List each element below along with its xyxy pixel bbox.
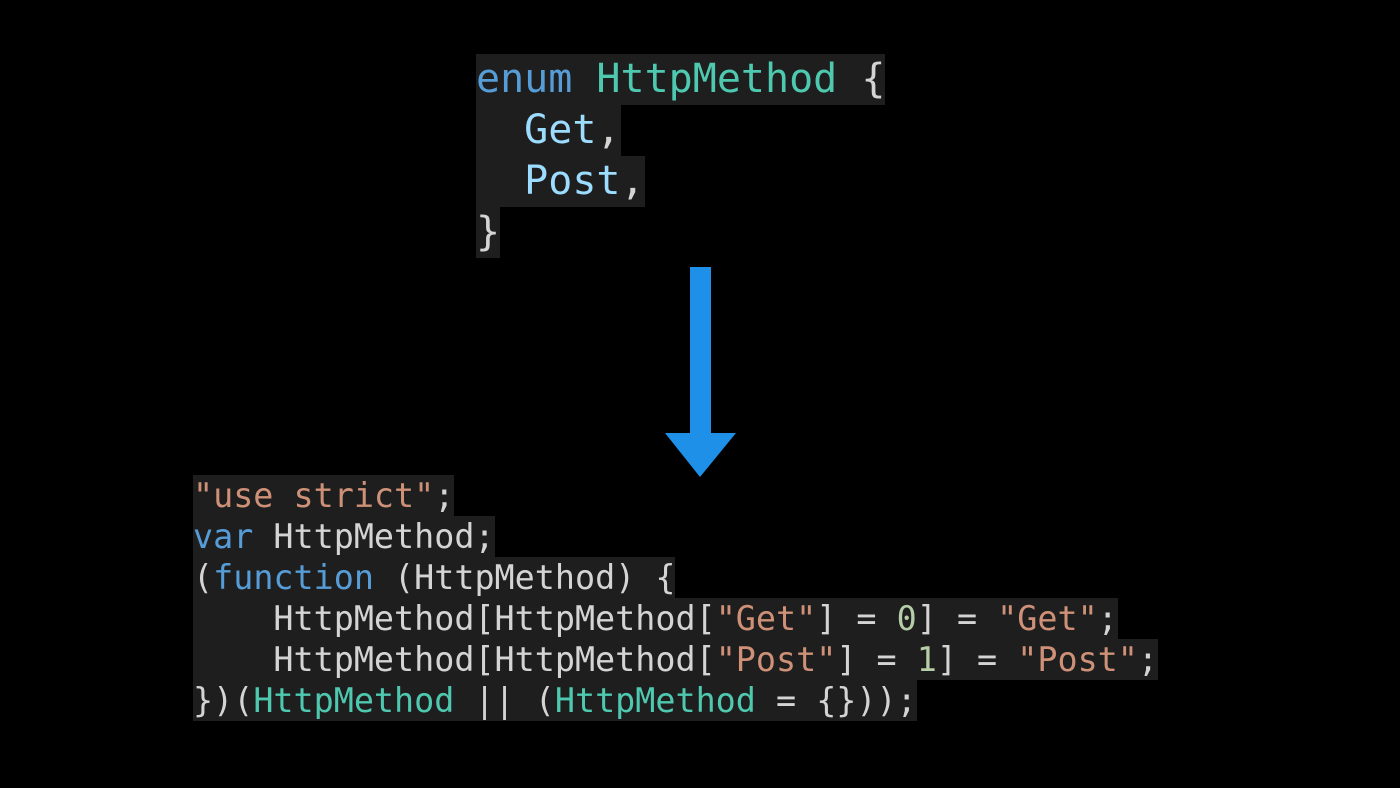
code-token: ( (193, 558, 214, 597)
code-line: "use strict"; (193, 475, 455, 516)
code-token: HttpMethod[HttpMethod[ (193, 640, 716, 679)
code-token: HttpMethod (554, 681, 756, 720)
code-token: ] = (916, 599, 998, 638)
code-token: (HttpMethod) { (373, 558, 676, 597)
code-token: ; (1097, 599, 1118, 638)
code-token: HttpMethod; (253, 517, 495, 556)
arrow-shaft (690, 267, 711, 437)
code-line: (function (HttpMethod) { (193, 557, 676, 598)
code-token: })( (193, 681, 254, 720)
code-token: "use strict" (193, 476, 435, 515)
code-token: "Get" (997, 599, 1098, 638)
code-token: ; (1137, 640, 1158, 679)
code-token: 1 (916, 640, 937, 679)
code-line: var HttpMethod; (193, 516, 495, 557)
code-token: 0 (896, 599, 917, 638)
code-token: || ( (454, 681, 555, 720)
arrow-head (665, 433, 736, 477)
code-line: HttpMethod[HttpMethod["Get"] = 0] = "Get… (193, 598, 1118, 639)
code-token: = {})); (755, 681, 917, 720)
code-token: var (193, 517, 254, 556)
code-token: ; (434, 476, 455, 515)
code-token: function (213, 558, 374, 597)
code-line: HttpMethod[HttpMethod["Post"] = 1] = "Po… (193, 639, 1158, 680)
code-line: })(HttpMethod || (HttpMethod = {})); (193, 680, 917, 721)
code-token: "Post" (715, 640, 837, 679)
code-token: "Get" (715, 599, 817, 638)
code-token: "Post" (1017, 640, 1138, 679)
code-token: HttpMethod[HttpMethod[ (193, 599, 716, 638)
code-token: HttpMethod (253, 681, 455, 720)
compiled-javascript-code-block: "use strict"; var HttpMethod; (function (H… (193, 475, 1158, 721)
code-token: ] = (816, 599, 897, 638)
code-token: ] = (936, 640, 1018, 679)
code-token: ] = (836, 640, 917, 679)
